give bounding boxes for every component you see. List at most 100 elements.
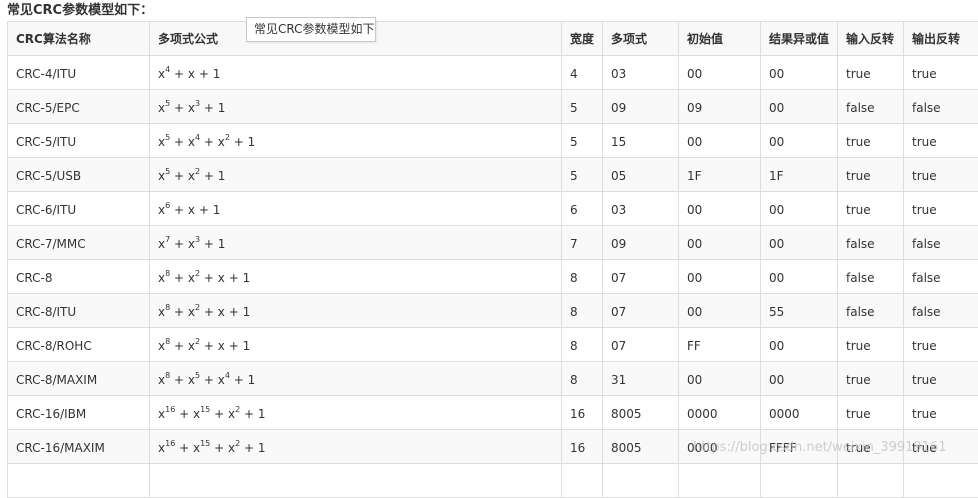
cell-xorout: 00 bbox=[761, 56, 838, 90]
formula-exponent: 16 bbox=[165, 439, 175, 448]
cell-width: 8 bbox=[562, 294, 603, 328]
cell-algorithm-name: CRC-5/EPC bbox=[8, 90, 150, 124]
cell-polynomial: 09 bbox=[603, 226, 679, 260]
formula-term: 1 bbox=[218, 101, 226, 115]
cell-xorout: 00 bbox=[761, 260, 838, 294]
cell-polynomial-formula: x8 + x2 + x + 1 bbox=[150, 294, 562, 328]
cell-polynomial: 03 bbox=[603, 56, 679, 90]
cell-width: 5 bbox=[562, 124, 603, 158]
cell-algorithm-name bbox=[8, 464, 150, 498]
formula-exponent: 15 bbox=[200, 439, 210, 448]
formula-plus: + bbox=[170, 373, 188, 387]
cell-algorithm-name: CRC-4/ITU bbox=[8, 56, 150, 90]
cell-refout: false bbox=[904, 260, 978, 294]
formula-term: x bbox=[218, 271, 225, 285]
formula-plus: + bbox=[200, 305, 218, 319]
cell-init-value: 00 bbox=[679, 192, 761, 226]
cell-xorout: 00 bbox=[761, 328, 838, 362]
cell-width: 6 bbox=[562, 192, 603, 226]
formula-term: x bbox=[218, 305, 225, 319]
table-row: CRC-5/ITUx5 + x4 + x2 + 15150000truetrue bbox=[8, 124, 978, 158]
formula-term: x bbox=[188, 237, 195, 251]
column-header: CRC算法名称 bbox=[8, 22, 150, 56]
formula-plus: + bbox=[170, 237, 188, 251]
formula-plus: + bbox=[225, 271, 243, 285]
cell-polynomial-formula: x8 + x5 + x4 + 1 bbox=[150, 362, 562, 396]
cell-width: 5 bbox=[562, 158, 603, 192]
cell-polynomial bbox=[603, 464, 679, 498]
cell-polynomial-formula bbox=[150, 464, 562, 498]
tooltip: 常见CRC参数模型如下 bbox=[246, 17, 376, 42]
formula-plus: + bbox=[170, 203, 188, 217]
column-header: 输出反转 bbox=[904, 22, 978, 56]
formula-term: 1 bbox=[218, 169, 226, 183]
formula-plus: + bbox=[230, 373, 248, 387]
formula-plus: + bbox=[210, 441, 228, 455]
cell-polynomial-formula: x5 + x3 + 1 bbox=[150, 90, 562, 124]
cell-width: 5 bbox=[562, 90, 603, 124]
table-row: CRC-5/EPCx5 + x3 + 15090900falsefalse bbox=[8, 90, 978, 124]
formula-term: x bbox=[218, 339, 225, 353]
formula-exponent: 2 bbox=[235, 439, 240, 448]
cell-refin: false bbox=[838, 294, 904, 328]
cell-polynomial: 07 bbox=[603, 294, 679, 328]
cell-refout: true bbox=[904, 396, 978, 430]
cell-refout: true bbox=[904, 56, 978, 90]
cell-init-value: 00 bbox=[679, 294, 761, 328]
formula-plus: + bbox=[240, 407, 258, 421]
cell-refout: true bbox=[904, 124, 978, 158]
formula-plus: + bbox=[175, 407, 193, 421]
formula-exponent: 5 bbox=[165, 167, 170, 176]
formula-term: x bbox=[228, 441, 235, 455]
formula-plus: + bbox=[170, 135, 188, 149]
column-header: 多项式 bbox=[603, 22, 679, 56]
cell-init-value: 0000 bbox=[679, 396, 761, 430]
cell-refin: false bbox=[838, 226, 904, 260]
table-row: CRC-8/ITUx8 + x2 + x + 18070055falsefals… bbox=[8, 294, 978, 328]
cell-polynomial: 31 bbox=[603, 362, 679, 396]
table-row: CRC-6/ITUx6 + x + 16030000truetrue bbox=[8, 192, 978, 226]
formula-plus: + bbox=[200, 271, 218, 285]
cell-width: 16 bbox=[562, 430, 603, 464]
cell-polynomial: 09 bbox=[603, 90, 679, 124]
cell-init-value: 09 bbox=[679, 90, 761, 124]
cell-refout: true bbox=[904, 362, 978, 396]
cell-polynomial-formula: x16 + x15 + x2 + 1 bbox=[150, 396, 562, 430]
watermark: https://blog.csdn.net/weixin_39919161 bbox=[693, 440, 947, 455]
formula-term: 1 bbox=[248, 135, 256, 149]
cell-xorout: 00 bbox=[761, 124, 838, 158]
formula-exponent: 4 bbox=[195, 133, 200, 142]
formula-term: x bbox=[188, 339, 195, 353]
cell-refin: false bbox=[838, 260, 904, 294]
table-row: CRC-5/USBx5 + x2 + 15051F1Ftruetrue bbox=[8, 158, 978, 192]
formula-term: 1 bbox=[243, 339, 251, 353]
cell-xorout: 1F bbox=[761, 158, 838, 192]
formula-exponent: 4 bbox=[165, 65, 170, 74]
cell-refin: true bbox=[838, 124, 904, 158]
cell-init-value: 00 bbox=[679, 56, 761, 90]
formula-exponent: 2 bbox=[235, 405, 240, 414]
formula-plus: + bbox=[195, 203, 213, 217]
cell-refin: true bbox=[838, 328, 904, 362]
formula-plus: + bbox=[170, 169, 188, 183]
formula-exponent: 4 bbox=[225, 371, 230, 380]
cell-refin: true bbox=[838, 158, 904, 192]
cell-polynomial: 8005 bbox=[603, 396, 679, 430]
cell-algorithm-name: CRC-5/ITU bbox=[8, 124, 150, 158]
table-row: CRC-4/ITUx4 + x + 14030000truetrue bbox=[8, 56, 978, 90]
formula-exponent: 8 bbox=[165, 303, 170, 312]
cell-polynomial: 15 bbox=[603, 124, 679, 158]
formula-plus: + bbox=[200, 135, 218, 149]
formula-exponent: 8 bbox=[165, 337, 170, 346]
cell-algorithm-name: CRC-8 bbox=[8, 260, 150, 294]
cell-refin: true bbox=[838, 396, 904, 430]
cell-polynomial-formula: x8 + x2 + x + 1 bbox=[150, 328, 562, 362]
cell-refout bbox=[904, 464, 978, 498]
formula-plus: + bbox=[200, 101, 218, 115]
formula-plus: + bbox=[170, 67, 188, 81]
formula-plus: + bbox=[230, 135, 248, 149]
cell-init-value: 00 bbox=[679, 226, 761, 260]
cell-refout: false bbox=[904, 294, 978, 328]
formula-exponent: 6 bbox=[165, 201, 170, 210]
cell-init-value bbox=[679, 464, 761, 498]
